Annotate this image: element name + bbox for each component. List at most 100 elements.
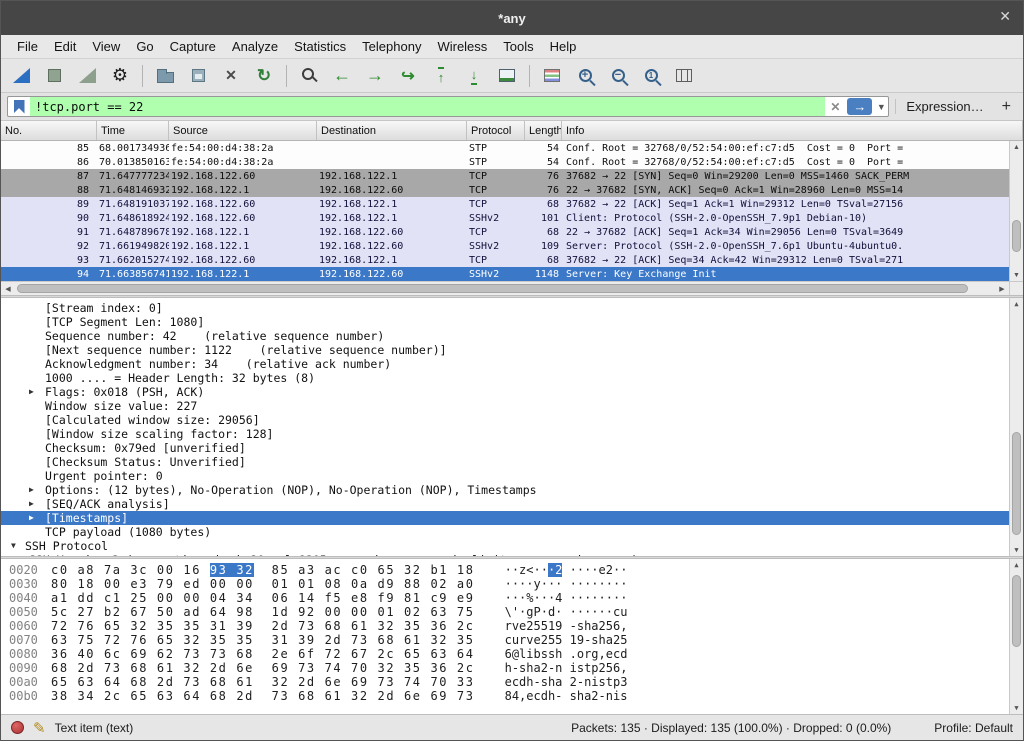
menu-analyze[interactable]: Analyze — [224, 36, 286, 57]
vscroll-thumb[interactable] — [1012, 220, 1021, 251]
resize-columns-button[interactable] — [668, 62, 700, 90]
packet-row[interactable]: 8871.648146932192.168.122.1192.168.122.6… — [1, 183, 1023, 197]
detail-row[interactable]: ▶Flags: 0x018 (PSH, ACK) — [1, 385, 1023, 399]
close-window-icon[interactable] — [999, 9, 1011, 23]
detail-row[interactable]: Acknowledgment number: 34 (relative ack … — [1, 357, 1023, 371]
detail-row[interactable]: ▼SSH Protocol — [1, 539, 1023, 553]
find-packet-button[interactable] — [293, 62, 325, 90]
expander-closed-icon[interactable]: ▶ — [29, 497, 34, 511]
hscroll-track[interactable] — [15, 282, 995, 295]
column-header-no[interactable]: No. — [1, 121, 97, 140]
column-header-time[interactable]: Time — [97, 121, 169, 140]
zoom-original-button[interactable] — [635, 62, 667, 90]
hex-row[interactable]: 00a065 63 64 68 2d 73 68 61 32 2d 6e 69 … — [9, 675, 1023, 689]
hex-row[interactable]: 00505c 27 b2 67 50 ad 64 98 1d 92 00 00 … — [9, 605, 1023, 619]
hex-row[interactable]: 00b038 34 2c 65 63 64 68 2d 73 68 61 32 … — [9, 689, 1023, 703]
go-forward-button[interactable] — [359, 62, 391, 90]
menu-wireless[interactable]: Wireless — [429, 36, 495, 57]
packet-row[interactable]: 8771.647777234192.168.122.60192.168.122.… — [1, 169, 1023, 183]
expression-button[interactable]: Expression… — [895, 99, 989, 114]
hex-row[interactable]: 006072 76 65 32 35 35 31 39 2d 73 68 61 … — [9, 619, 1023, 633]
go-to-packet-button[interactable] — [392, 62, 424, 90]
hex-row[interactable]: 0020c0 a8 7a 3c 00 16 93 32 85 a3 ac c0 … — [9, 563, 1023, 577]
go-last-button[interactable] — [458, 62, 490, 90]
display-filter-entry[interactable]: !tcp.port == 22 — [7, 96, 889, 117]
menu-edit[interactable]: Edit — [46, 36, 84, 57]
detail-row[interactable]: [Next sequence number: 1122 (relative se… — [1, 343, 1023, 357]
hex-row[interactable]: 007063 75 72 76 65 32 35 35 31 39 2d 73 … — [9, 633, 1023, 647]
packet-list-hscrollbar[interactable] — [1, 281, 1023, 295]
zoom-out-button[interactable] — [602, 62, 634, 90]
start-capture-button[interactable] — [5, 62, 37, 90]
apply-filter-icon[interactable] — [847, 98, 872, 115]
vscroll-thumb[interactable] — [1012, 575, 1021, 647]
vscroll-track[interactable] — [1010, 571, 1023, 702]
reload-button[interactable] — [248, 62, 280, 90]
zoom-in-button[interactable] — [569, 62, 601, 90]
scroll-down-icon[interactable] — [1010, 544, 1023, 556]
colorize-button[interactable] — [536, 62, 568, 90]
packet-row[interactable]: 9471.663856741192.168.122.1192.168.122.6… — [1, 267, 1023, 281]
detail-row[interactable]: 1000 .... = Header Length: 32 bytes (8) — [1, 371, 1023, 385]
packet-list-vscrollbar[interactable] — [1009, 141, 1023, 281]
column-header-source[interactable]: Source — [169, 121, 317, 140]
column-header-length[interactable]: Length — [525, 121, 562, 140]
filter-bookmark-button[interactable] — [8, 100, 30, 114]
details-vscrollbar[interactable] — [1009, 298, 1023, 556]
scroll-down-icon[interactable] — [1010, 269, 1023, 281]
expert-info-icon[interactable] — [11, 721, 24, 734]
go-back-button[interactable] — [326, 62, 358, 90]
restart-capture-button[interactable] — [71, 62, 103, 90]
packet-row[interactable]: 8670.013850163fe:54:00:d4:38:2aSTP54Conf… — [1, 155, 1023, 169]
menu-tools[interactable]: Tools — [495, 36, 541, 57]
detail-row[interactable]: [Stream index: 0] — [1, 301, 1023, 315]
menu-statistics[interactable]: Statistics — [286, 36, 354, 57]
detail-row[interactable]: TCP payload (1080 bytes) — [1, 525, 1023, 539]
menu-file[interactable]: File — [9, 36, 46, 57]
hex-row[interactable]: 003080 18 00 e3 79 ed 00 00 01 01 08 0a … — [9, 577, 1023, 591]
hex-row[interactable]: 0040a1 dd c1 25 00 00 04 34 06 14 f5 e8 … — [9, 591, 1023, 605]
menu-telephony[interactable]: Telephony — [354, 36, 429, 57]
vscroll-thumb[interactable] — [1012, 432, 1021, 535]
detail-row[interactable]: [Window size scaling factor: 128] — [1, 427, 1023, 441]
expander-closed-icon[interactable]: ▶ — [29, 385, 34, 399]
column-header-protocol[interactable]: Protocol — [467, 121, 525, 140]
detail-row[interactable]: SSH Version 2 (encryption:chacha20-poly1… — [1, 553, 1023, 556]
expander-open-icon[interactable]: ▼ — [11, 539, 16, 553]
hex-row[interactable]: 008036 40 6c 69 62 73 73 68 2e 6f 72 67 … — [9, 647, 1023, 661]
detail-row[interactable]: ▶[Timestamps] — [1, 511, 1023, 525]
status-profile[interactable]: Profile: Default — [934, 721, 1013, 735]
packet-row[interactable]: 9171.648789678192.168.122.1192.168.122.6… — [1, 225, 1023, 239]
detail-row[interactable]: [TCP Segment Len: 1080] — [1, 315, 1023, 329]
dropdown-caret-icon[interactable] — [874, 102, 888, 112]
column-header-info[interactable]: Info — [562, 121, 1023, 140]
menu-capture[interactable]: Capture — [162, 36, 224, 57]
packet-row[interactable]: 9371.662015274192.168.122.60192.168.122.… — [1, 253, 1023, 267]
detail-row[interactable]: ▶[SEQ/ACK analysis] — [1, 497, 1023, 511]
open-file-button[interactable] — [149, 62, 181, 90]
detail-row[interactable]: Window size value: 227 — [1, 399, 1023, 413]
scroll-up-icon[interactable] — [1010, 298, 1023, 310]
go-first-button[interactable] — [425, 62, 457, 90]
packet-row[interactable]: 9071.648618924192.168.122.60192.168.122.… — [1, 211, 1023, 225]
packet-row[interactable]: 9271.661949820192.168.122.1192.168.122.6… — [1, 239, 1023, 253]
capture-options-button[interactable] — [104, 62, 136, 90]
detail-row[interactable]: Checksum: 0x79ed [unverified] — [1, 441, 1023, 455]
expander-closed-icon[interactable]: ▶ — [29, 483, 34, 497]
clear-filter-icon[interactable] — [825, 100, 845, 114]
packet-row[interactable]: 8971.648191037192.168.122.60192.168.122.… — [1, 197, 1023, 211]
scroll-up-icon[interactable] — [1010, 141, 1023, 153]
detail-row[interactable]: ▶Options: (12 bytes), No-Operation (NOP)… — [1, 483, 1023, 497]
close-file-button[interactable] — [215, 62, 247, 90]
scroll-down-icon[interactable] — [1010, 702, 1023, 714]
edit-pencil-icon[interactable] — [33, 719, 46, 737]
hscroll-thumb[interactable] — [17, 284, 968, 293]
detail-row[interactable]: Sequence number: 42 (relative sequence n… — [1, 329, 1023, 343]
scroll-up-icon[interactable] — [1010, 559, 1023, 571]
menu-view[interactable]: View — [84, 36, 128, 57]
menu-help[interactable]: Help — [542, 36, 585, 57]
save-file-button[interactable] — [182, 62, 214, 90]
packet-row[interactable]: 8568.001734936fe:54:00:d4:38:2aSTP54Conf… — [1, 141, 1023, 155]
stop-capture-button[interactable] — [38, 62, 70, 90]
detail-row[interactable]: Urgent pointer: 0 — [1, 469, 1023, 483]
